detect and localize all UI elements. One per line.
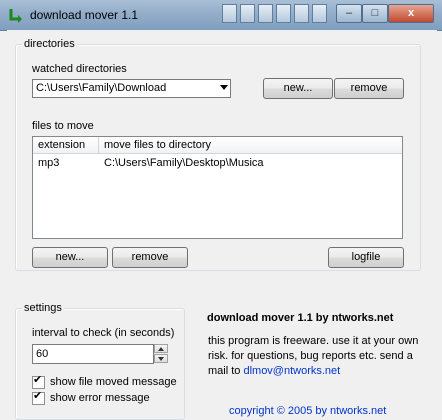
about-text-line-1: this program is freeware. use it at your… [208,335,419,347]
close-button[interactable]: x [388,4,434,23]
remove-file-rule-button[interactable]: remove [112,247,188,268]
chevron-down-icon[interactable] [220,85,228,90]
checkmark-icon: ✔ [33,390,43,402]
taskbar-thumb-1 [222,4,237,23]
files-to-move-label: files to move [32,120,94,132]
close-icon: x [407,7,415,19]
email-link[interactable]: dlmov@ntworks.net [243,365,340,377]
table-cell-directory[interactable]: C:\Users\Family\Desktop\Musica [99,155,402,171]
title-bar[interactable]: download mover 1.1 – □ x [0,0,442,31]
interval-decrement-button[interactable] [154,354,168,363]
window-title: download mover 1.1 [30,8,139,22]
show-moved-checkbox[interactable]: ✔ [32,374,45,389]
show-error-label[interactable]: show error message [50,392,150,404]
taskbar-thumb-5 [294,4,309,23]
copyright-text[interactable]: copyright © 2005 by ntworks.net [229,404,386,419]
column-header-extension[interactable]: extension [33,137,99,154]
window-client: directories watched directories C:\Users… [7,30,437,420]
arrow-up-icon [158,347,164,351]
watched-directories-label: watched directories [32,63,127,75]
show-moved-label[interactable]: show file moved message [50,376,177,388]
about-text-line-2: risk. for questions, bug reports etc. se… [208,350,413,362]
new-directory-button[interactable]: new... [263,78,333,99]
about-title: download mover 1.1 by ntworks.net [207,312,394,324]
show-error-checkbox[interactable]: ✔ [32,390,45,405]
watched-directories-combo[interactable]: C:\Users\Family\Download [32,79,231,98]
table-cell-extension[interactable]: mp3 [33,155,99,171]
taskbar-thumb-3 [258,4,273,23]
interval-value: 60 [36,348,49,360]
interval-input[interactable]: 60 [32,344,154,364]
selected-directory: C:\Users\Family\Download [36,82,167,94]
minimize-icon: – [345,7,353,19]
logfile-button[interactable]: logfile [328,247,404,268]
directories-group-label: directories [22,38,77,50]
taskbar-thumb-6 [312,4,327,23]
mail-to-label: mail to [208,365,241,377]
taskbar-thumb-4 [276,4,291,23]
files-table[interactable]: extension move files to directory mp3 C:… [32,136,403,239]
about-text-line-3: mail to dlmov@ntworks.net [208,364,340,379]
interval-label: interval to check (in seconds) [32,327,175,339]
column-header-directory[interactable]: move files to directory [99,137,402,154]
new-file-rule-button[interactable]: new... [32,247,108,268]
maximize-icon: □ [371,7,379,19]
settings-group: settings interval to check (in seconds) … [15,302,185,420]
app-icon [9,9,22,23]
minimize-button[interactable]: – [336,4,362,23]
checkmark-icon: ✔ [33,374,43,386]
directories-group: directories watched directories C:\Users… [15,38,421,271]
taskbar-thumb-2 [240,4,255,23]
remove-directory-button[interactable]: remove [334,78,404,99]
settings-group-label: settings [22,302,64,314]
arrow-down-icon [158,357,164,361]
maximize-button[interactable]: □ [362,4,388,23]
interval-increment-button[interactable] [154,344,168,353]
